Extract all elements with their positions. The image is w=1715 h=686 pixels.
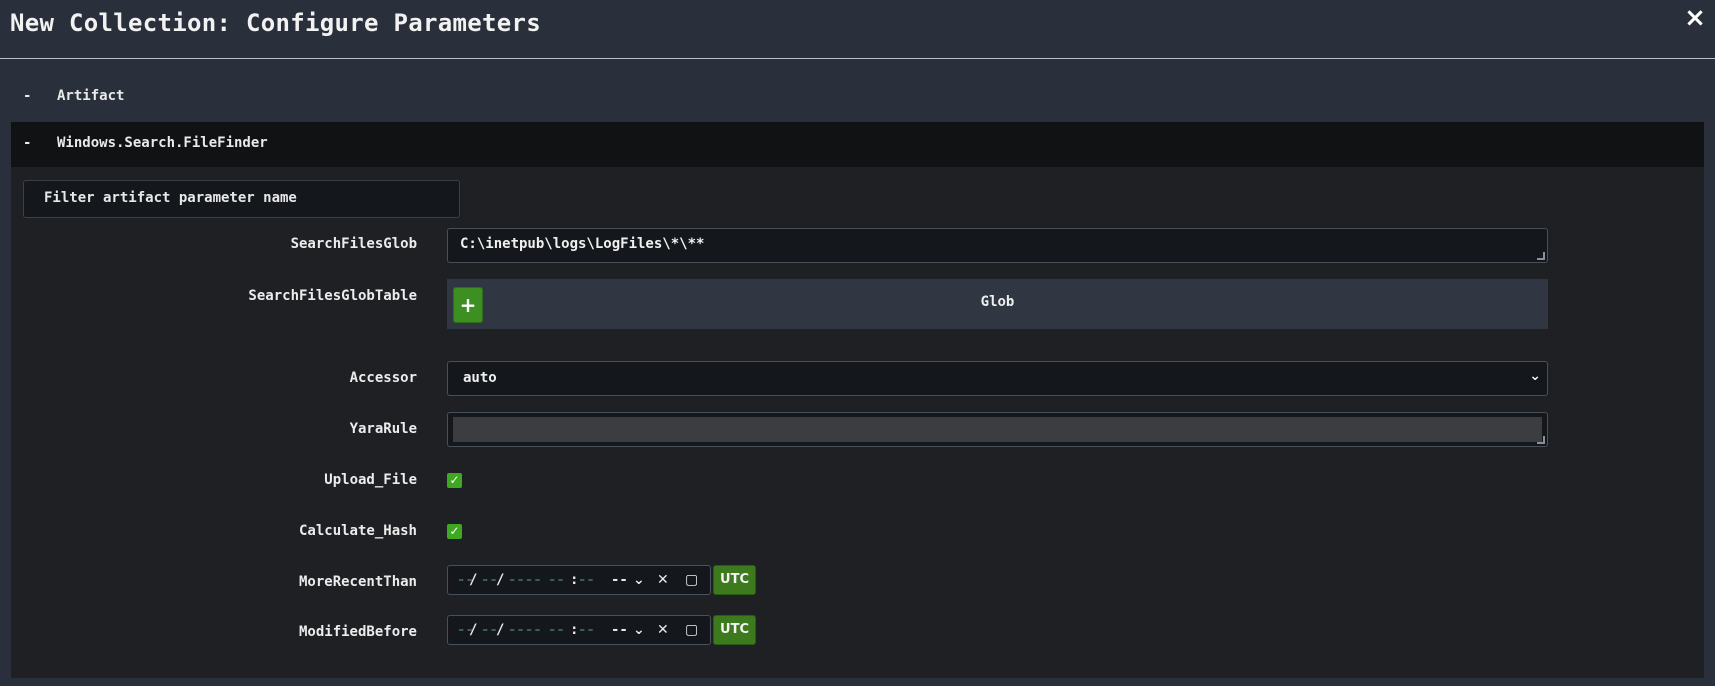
date-separator: / xyxy=(496,622,505,638)
param-label-calculate-hash: Calculate_Hash xyxy=(298,523,417,539)
searchfilesglob-input[interactable]: C:\inetpub\logs\LogFiles\*\** xyxy=(447,228,1548,263)
date-separator: / xyxy=(469,572,478,588)
morerecentthan-datetime-input[interactable]: -- / -- / ---- -- : -- -- ⌄ ✕ ▢ xyxy=(447,565,711,595)
resize-handle-icon[interactable] xyxy=(1537,252,1545,260)
section-windows-search-filefinder[interactable]: - Windows.Search.FileFinder xyxy=(11,122,1704,167)
calculate-hash-checkbox[interactable]: ✓ xyxy=(447,524,462,539)
glob-column-header: Glob xyxy=(980,294,1015,310)
chevron-down-icon: ⌄ xyxy=(1529,368,1541,384)
dialog-header: New Collection: Configure Parameters × xyxy=(0,0,1715,59)
utc-button[interactable]: UTC xyxy=(713,565,756,595)
yararule-textarea[interactable] xyxy=(447,412,1548,447)
clear-icon[interactable]: ✕ xyxy=(657,572,669,588)
time-minute[interactable]: -- xyxy=(578,622,595,638)
filter-parameter-input[interactable]: Filter artifact parameter name xyxy=(23,180,460,218)
dialog-title: New Collection: Configure Parameters xyxy=(10,9,541,37)
chevron-down-icon[interactable]: ⌄ xyxy=(633,622,645,638)
glob-table: + Glob xyxy=(447,279,1548,329)
accessor-select[interactable]: auto ⌄ xyxy=(447,361,1548,396)
param-label-yararule: YaraRule xyxy=(349,421,417,437)
time-hour[interactable]: -- xyxy=(548,622,565,638)
collapse-icon[interactable]: - xyxy=(23,135,31,151)
param-label-upload-file: Upload_File xyxy=(324,472,417,488)
section-filefinder-label: Windows.Search.FileFinder xyxy=(57,135,268,151)
section-artifact-label: Artifact xyxy=(57,88,125,104)
time-minute[interactable]: -- xyxy=(578,572,595,588)
time-ampm[interactable]: -- xyxy=(611,572,628,588)
accessor-value: auto xyxy=(463,370,497,386)
time-ampm[interactable]: -- xyxy=(611,622,628,638)
date-separator: / xyxy=(496,572,505,588)
calendar-icon[interactable]: ▢ xyxy=(685,572,698,588)
clear-icon[interactable]: ✕ xyxy=(657,622,669,638)
param-label-searchfilesglobtable: SearchFilesGlobTable xyxy=(248,288,417,304)
close-icon[interactable]: × xyxy=(1683,4,1707,32)
section-artifact[interactable]: - Artifact xyxy=(11,75,1704,120)
date-year[interactable]: ---- xyxy=(508,622,542,638)
upload-file-checkbox[interactable]: ✓ xyxy=(447,473,462,488)
utc-button[interactable]: UTC xyxy=(713,615,756,645)
yararule-value xyxy=(453,417,1542,442)
date-separator: / xyxy=(469,622,478,638)
param-label-accessor: Accessor xyxy=(349,370,417,386)
chevron-down-icon[interactable]: ⌄ xyxy=(633,572,645,588)
param-label-morerecentthan: MoreRecentThan xyxy=(298,574,417,590)
modifiedbefore-datetime-input[interactable]: -- / -- / ---- -- : -- -- ⌄ ✕ ▢ xyxy=(447,615,711,645)
calendar-icon[interactable]: ▢ xyxy=(685,622,698,638)
resize-handle-icon[interactable] xyxy=(1537,436,1545,444)
param-label-searchfilesglob: SearchFilesGlob xyxy=(290,236,417,252)
collapse-icon[interactable]: - xyxy=(23,88,31,104)
date-year[interactable]: ---- xyxy=(508,572,542,588)
searchfilesglob-value: C:\inetpub\logs\LogFiles\*\** xyxy=(460,236,705,252)
param-label-modifiedbefore: ModifiedBefore xyxy=(298,624,417,640)
time-hour[interactable]: -- xyxy=(548,572,565,588)
